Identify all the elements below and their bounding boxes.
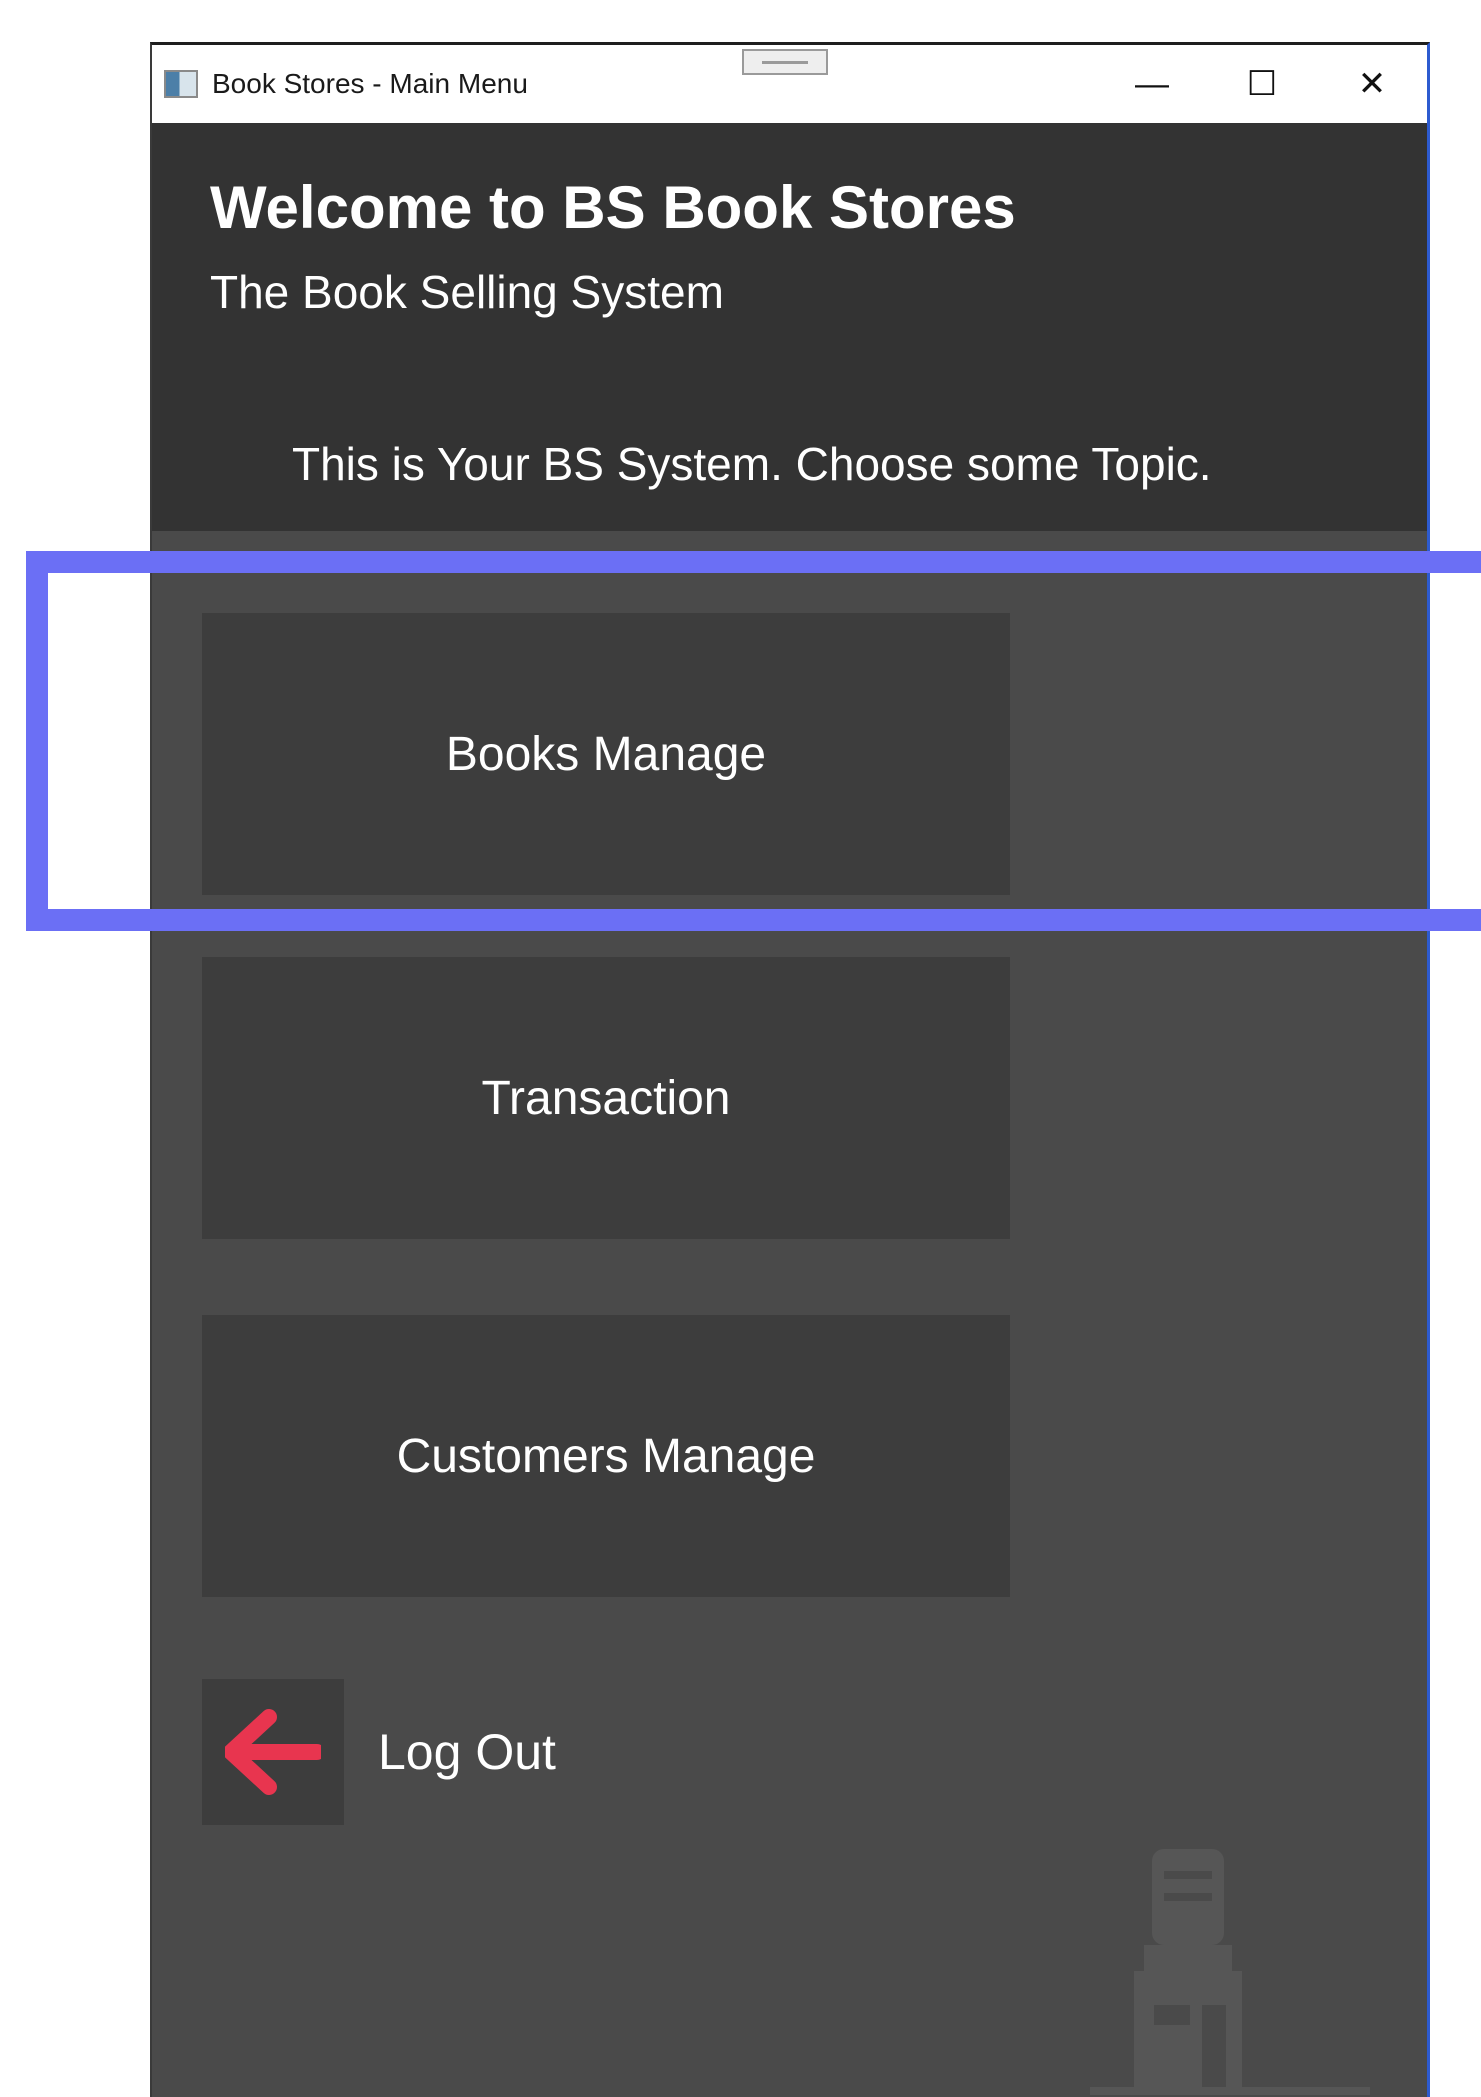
page-subtitle: The Book Selling System: [210, 266, 724, 318]
instruction-text: This is Your BS System. Choose some Topi…: [292, 438, 1212, 490]
title-bar[interactable]: Book Stores - Main Menu — ☐ ✕: [152, 45, 1427, 123]
transaction-label: Transaction: [481, 1071, 731, 1125]
minimize-button[interactable]: —: [1097, 45, 1207, 123]
close-icon: ✕: [1357, 65, 1387, 103]
logout-icon-box[interactable]: [202, 1679, 344, 1825]
main-menu-window: Book Stores - Main Menu — ☐ ✕ Welcome to…: [150, 42, 1430, 2097]
logout-label: Log Out: [378, 1724, 556, 1780]
window-controls: — ☐ ✕: [1097, 45, 1427, 123]
books-manage-label: Books Manage: [445, 727, 767, 781]
maximize-icon: ☐: [1246, 65, 1278, 103]
welcome-header: Welcome to BS Book Stores The Book Selli…: [152, 123, 1427, 531]
app-window-icon: [164, 70, 198, 98]
logout-button[interactable]: Log Out: [202, 1679, 556, 1825]
arrow-left-icon: [225, 1709, 321, 1795]
screen: Book Stores - Main Menu — ☐ ✕ Welcome to…: [0, 0, 1481, 2097]
page-title: Welcome to BS Book Stores: [210, 174, 1016, 241]
transaction-button[interactable]: Transaction: [202, 957, 1010, 1239]
store-building-icon: [1090, 1849, 1370, 2095]
minimize-icon: —: [1135, 64, 1169, 103]
drag-handle-icon[interactable]: [742, 49, 828, 75]
customers-manage-button[interactable]: Customers Manage: [202, 1315, 1010, 1597]
window-title: Book Stores - Main Menu: [212, 68, 528, 99]
close-button[interactable]: ✕: [1317, 45, 1427, 123]
books-manage-button[interactable]: Books Manage: [202, 613, 1010, 895]
maximize-button[interactable]: ☐: [1207, 45, 1317, 123]
customers-manage-label: Customers Manage: [396, 1429, 816, 1483]
